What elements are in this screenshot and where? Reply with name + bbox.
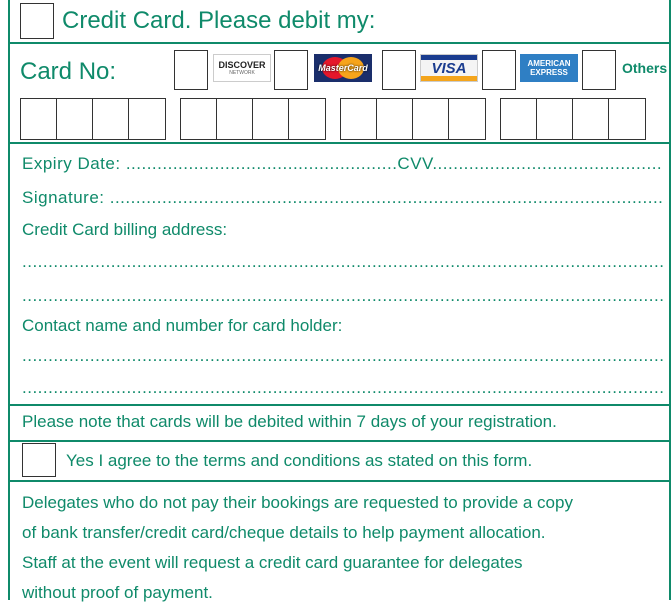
visa-checkbox[interactable]	[382, 50, 416, 90]
footer-line-3: Staff at the event will request a credit…	[22, 553, 523, 572]
discover-logo: DISCOVER NETWORK	[213, 54, 271, 82]
billing-address-line-1[interactable]: ........................................…	[22, 252, 663, 272]
card-digit-box[interactable]	[500, 98, 538, 140]
billing-address-line-2[interactable]: ........................................…	[22, 286, 663, 306]
card-no-label: Card No:	[20, 58, 117, 85]
discover-logo-subtext: NETWORK	[229, 70, 255, 76]
card-digit-box[interactable]	[128, 98, 166, 140]
card-digit-box[interactable]	[56, 98, 94, 140]
mastercard-logo: MasterCard	[314, 54, 372, 82]
billing-address-label: Credit Card billing address:	[22, 220, 228, 239]
discover-logo-text: DISCOVER	[218, 60, 266, 70]
footer-line-1: Delegates who do not pay their bookings …	[22, 493, 573, 512]
contact-line-2[interactable]: ........................................…	[22, 378, 663, 398]
mastercard-logo-text: MasterCard	[318, 63, 368, 73]
card-digit-box[interactable]	[340, 98, 378, 140]
debit-note-section: Please note that cards will be debited w…	[10, 406, 669, 442]
agree-checkbox[interactable]	[22, 443, 56, 477]
card-digit-box[interactable]	[20, 98, 58, 140]
card-digit-box[interactable]	[180, 98, 218, 140]
card-digit-box[interactable]	[376, 98, 414, 140]
card-digit-box[interactable]	[608, 98, 646, 140]
card-digit-box[interactable]	[412, 98, 450, 140]
agree-text: Yes I agree to the terms and conditions …	[66, 451, 533, 470]
debit-note: Please note that cards will be debited w…	[22, 412, 557, 431]
amex-logo-line2: EXPRESS	[530, 68, 568, 77]
amex-logo: AMERICAN EXPRESS	[520, 54, 578, 82]
card-digit-box[interactable]	[572, 98, 610, 140]
others-checkbox[interactable]	[582, 50, 616, 90]
agreement-section: Yes I agree to the terms and conditions …	[10, 442, 669, 482]
expiry-field[interactable]: Expiry Date: ...........................…	[22, 154, 663, 174]
visa-logo: VISA	[420, 54, 478, 82]
mastercard-checkbox[interactable]	[274, 50, 308, 90]
card-digit-box[interactable]	[92, 98, 130, 140]
credit-card-checkbox[interactable]	[20, 3, 54, 39]
card-digit-box[interactable]	[448, 98, 486, 140]
cvv-label: CVV	[397, 154, 433, 173]
contact-line-1[interactable]: ........................................…	[22, 346, 663, 366]
signature-label: Signature:	[22, 188, 110, 207]
card-digit-box[interactable]	[216, 98, 254, 140]
amex-logo-line1: AMERICAN	[527, 59, 571, 68]
footer-line-2: of bank transfer/credit card/cheque deta…	[22, 523, 546, 542]
details-section	[10, 144, 669, 406]
credit-card-form: Credit Card. Please debit my: Card No: D…	[8, 0, 671, 602]
card-digit-box[interactable]	[252, 98, 290, 140]
form-title: Credit Card. Please debit my:	[62, 7, 376, 34]
contact-label: Contact name and number for card holder:	[22, 316, 343, 335]
footer-notice: Delegates who do not pay their bookings …	[22, 488, 663, 608]
card-digit-box[interactable]	[536, 98, 574, 140]
discover-checkbox[interactable]	[174, 50, 208, 90]
signature-field[interactable]: Signature: .............................…	[22, 188, 663, 208]
expiry-label: Expiry Date:	[22, 154, 126, 173]
others-label: Others	[622, 60, 668, 76]
card-digit-box[interactable]	[288, 98, 326, 140]
visa-logo-text: VISA	[431, 59, 467, 77]
footer-line-4: without proof of payment.	[22, 583, 213, 602]
header-section: Credit Card. Please debit my:	[10, 0, 669, 44]
amex-checkbox[interactable]	[482, 50, 516, 90]
